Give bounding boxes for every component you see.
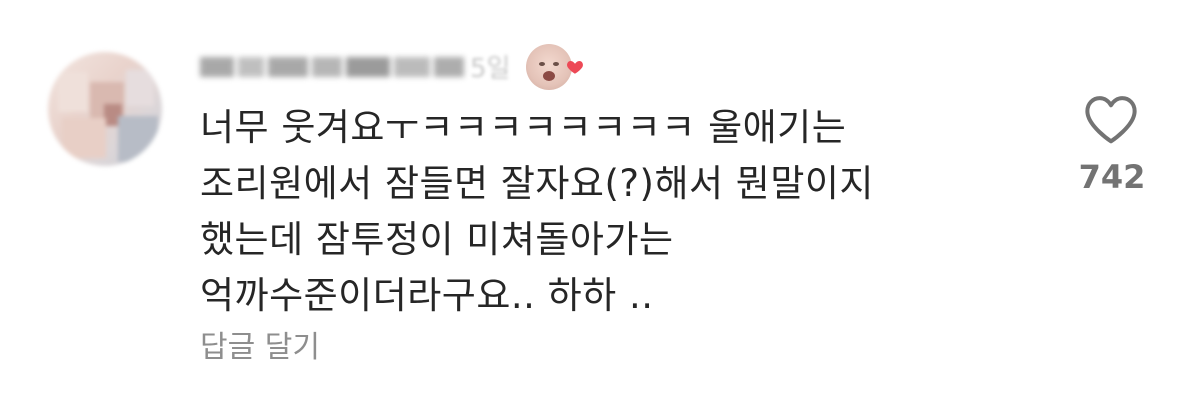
reply-button[interactable]: 답글 달기: [200, 322, 320, 366]
red-heart-icon: [567, 61, 583, 74]
comment-line: 조리원에서 잠들면 잘자요(?)해서 뭔말이지: [200, 162, 874, 205]
avatar[interactable]: [48, 52, 162, 166]
username-redacted: [200, 51, 500, 81]
comment-line: 너무 웃겨요ㅜㅋㅋㅋㅋㅋㅋㅋㅋ 울애기는: [200, 106, 847, 149]
username-row: [200, 44, 500, 88]
comment-line: 억까수준이더라구요.. 하하 ..: [200, 274, 654, 317]
heart-outline-icon[interactable]: [1082, 94, 1140, 146]
comment-line: 했는데 잠투정이 미쳐돌아가는: [200, 218, 674, 261]
comment-time: 5일: [470, 54, 511, 84]
like-count: 742: [1078, 158, 1146, 196]
comment-text: 너무 웃겨요ㅜㅋㅋㅋㅋㅋㅋㅋㅋ 울애기는 조리원에서 잠들면 잘자요(?)해서 …: [200, 100, 1020, 324]
comment: 5일 너무 웃겨요ㅜㅋㅋㅋㅋㅋㅋㅋㅋ 울애기는 조리원에서 잠들면 잘자요(?)…: [0, 0, 1200, 400]
